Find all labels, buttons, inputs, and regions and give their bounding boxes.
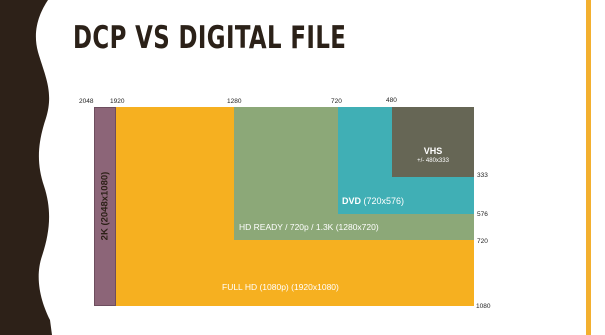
tick-1080: 1080: [476, 303, 491, 310]
tick-720: 720: [331, 98, 342, 105]
label-dvd-bold: DVD: [342, 196, 362, 206]
tick-480: 480: [386, 97, 397, 104]
tick-1920: 1920: [110, 98, 125, 105]
box-vhs: [392, 107, 474, 177]
left-wavy-band: [0, 0, 52, 335]
slide-title: DCP VS DIGITAL FILE: [73, 20, 347, 56]
tick-720-right: 720: [477, 238, 488, 245]
label-vhs: VHS: [423, 146, 443, 156]
right-accent-bar: [586, 0, 591, 335]
tick-333: 333: [477, 172, 488, 179]
label-dvd: DVD (720x576): [342, 196, 404, 206]
label-dvd-rest: (720x576): [363, 196, 405, 206]
tick-1280: 1280: [227, 98, 242, 105]
tick-2048: 2048: [79, 98, 94, 105]
label-vhs-sub: +/- 480x333: [417, 158, 449, 164]
label-hdready: HD READY / 720p / 1.3K (1280x720): [239, 222, 379, 232]
tick-576: 576: [477, 211, 488, 218]
label-fullhd: FULL HD (1080p) (1920x1080): [222, 282, 339, 292]
label-2k: 2K (2048x1080): [99, 171, 111, 241]
